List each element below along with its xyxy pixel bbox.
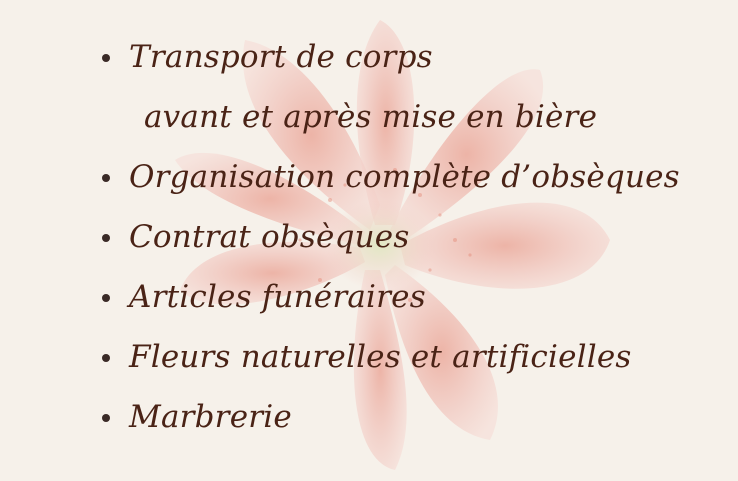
services-panel: Transport de corps avant et après mise e… (0, 0, 738, 481)
bullet-icon (102, 54, 110, 62)
service-item-transport: Transport de corps (100, 30, 680, 90)
service-label: Contrat obsèques (129, 219, 410, 255)
service-item-transport-detail: avant et après mise en bière (100, 90, 680, 150)
service-label: Fleurs naturelles et artificielles (129, 339, 632, 375)
bullet-icon (102, 294, 110, 302)
services-list: Transport de corps avant et après mise e… (100, 30, 680, 450)
service-item-articles: Articles funéraires (100, 270, 680, 330)
service-item-contrat: Contrat obsèques (100, 210, 680, 270)
bullet-icon (102, 174, 110, 182)
service-label: Organisation complète d’obsèques (129, 159, 680, 195)
service-label: avant et après mise en bière (144, 99, 598, 135)
service-item-fleurs: Fleurs naturelles et artificielles (100, 330, 680, 390)
bullet-icon (102, 414, 110, 422)
service-label: Marbrerie (129, 399, 292, 435)
bullet-icon (102, 234, 110, 242)
service-item-organisation: Organisation complète d’obsèques (100, 150, 680, 210)
service-label: Transport de corps (129, 39, 433, 75)
service-item-marbrerie: Marbrerie (100, 390, 680, 450)
service-label: Articles funéraires (129, 279, 426, 315)
bullet-icon (102, 354, 110, 362)
